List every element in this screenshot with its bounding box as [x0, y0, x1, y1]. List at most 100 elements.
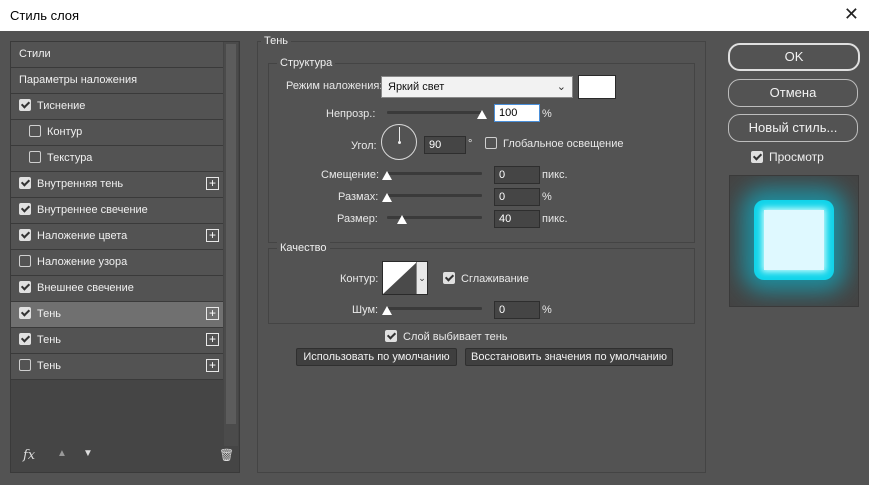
angle-input[interactable]: 90: [424, 136, 466, 154]
angle-center: [398, 141, 401, 144]
style-item[interactable]: Параметры наложения: [11, 68, 223, 94]
style-item[interactable]: Наложение узора: [11, 250, 223, 276]
spread-slider-track[interactable]: [387, 194, 482, 197]
add-style-icon[interactable]: +: [206, 333, 219, 346]
style-item[interactable]: Наложение цвета +: [11, 224, 223, 250]
preview-checkbox[interactable]: Просмотр: [751, 150, 824, 164]
style-item-label: Тень: [37, 308, 62, 320]
style-item[interactable]: Тень +: [11, 354, 223, 380]
style-item[interactable]: Внутренняя тень +: [11, 172, 223, 198]
global-light-box[interactable]: [485, 137, 497, 150]
style-item[interactable]: Внутреннее свечение: [11, 198, 223, 224]
size-label: Размер:: [337, 213, 378, 225]
antialias-label: Сглаживание: [461, 273, 529, 285]
style-preview: [729, 175, 859, 307]
style-item-checkbox[interactable]: [19, 177, 31, 190]
knockout-label: Слой выбивает тень: [403, 331, 508, 343]
quality-group: Качество Контур: ⌄ Сглаживание Шум: 0 %: [268, 242, 695, 324]
spread-input[interactable]: 0: [494, 188, 540, 206]
add-style-icon[interactable]: +: [206, 307, 219, 320]
scrollbar-thumb[interactable]: [226, 44, 236, 424]
chevron-down-icon: ⌄: [556, 81, 566, 93]
angle-dial[interactable]: [381, 124, 417, 160]
offset-slider-thumb[interactable]: [382, 171, 392, 180]
ok-button[interactable]: OK: [728, 43, 860, 71]
add-style-icon[interactable]: +: [206, 229, 219, 242]
structure-title: Структура: [277, 57, 336, 69]
style-item-checkbox[interactable]: [19, 99, 31, 112]
style-item-checkbox[interactable]: [19, 203, 31, 216]
contour-label: Контур:: [340, 273, 379, 285]
style-item-checkbox[interactable]: [19, 359, 31, 372]
preview-box[interactable]: [751, 150, 763, 163]
contour-curve-icon: [383, 262, 417, 294]
spread-slider-thumb[interactable]: [382, 193, 392, 202]
style-item[interactable]: Тиснение: [11, 94, 223, 120]
offset-unit: пикс.: [542, 169, 568, 181]
move-down-icon[interactable]: ▼: [83, 448, 93, 459]
shadow-color-swatch[interactable]: [578, 75, 616, 99]
structure-group: Структура Режим наложения: Яркий свет ⌄ …: [268, 57, 695, 243]
blend-mode-value: Яркий свет: [388, 81, 445, 93]
angle-needle: [399, 127, 400, 141]
move-up-icon[interactable]: ▲: [57, 448, 67, 459]
opacity-slider-track[interactable]: [387, 111, 482, 114]
add-style-icon[interactable]: +: [206, 359, 219, 372]
opacity-slider-thumb[interactable]: [477, 110, 487, 119]
new-style-button[interactable]: Новый стиль...: [728, 114, 858, 142]
restore-default-button[interactable]: Восстановить значения по умолчанию: [465, 348, 673, 366]
fx-icon[interactable]: fx: [23, 448, 35, 463]
antialias-checkbox[interactable]: Сглаживание: [443, 272, 529, 285]
size-unit: пикс.: [542, 213, 568, 225]
styles-scrollbar[interactable]: [224, 42, 238, 446]
contour-dropdown-icon[interactable]: ⌄: [416, 262, 427, 294]
offset-slider-track[interactable]: [387, 172, 482, 175]
global-light-label: Глобальное освещение: [503, 138, 624, 150]
offset-label: Смещение:: [321, 169, 380, 181]
cancel-button[interactable]: Отмена: [728, 79, 858, 107]
style-item-label: Текстура: [47, 152, 93, 164]
opacity-input[interactable]: 100: [494, 104, 540, 122]
blend-mode-select[interactable]: Яркий свет ⌄: [381, 76, 573, 98]
style-item-label: Контур: [47, 126, 83, 138]
trash-icon[interactable]: 🗑: [219, 448, 234, 462]
offset-input[interactable]: 0: [494, 166, 540, 184]
style-item[interactable]: Внешнее свечение: [11, 276, 223, 302]
use-default-button[interactable]: Использовать по умолчанию: [296, 348, 457, 366]
style-item-checkbox[interactable]: [29, 151, 41, 164]
size-input[interactable]: 40: [494, 210, 540, 228]
style-item-label: Внутренняя тень: [37, 178, 124, 190]
style-item[interactable]: Текстура: [11, 146, 223, 172]
opacity-label: Непрозр.:: [326, 108, 376, 120]
style-item-checkbox[interactable]: [19, 281, 31, 294]
add-style-icon[interactable]: +: [206, 177, 219, 190]
size-slider-thumb[interactable]: [397, 215, 408, 224]
styles-panel: Стили Параметры наложения Тиснение Контур Те…: [10, 41, 240, 473]
global-light-checkbox[interactable]: Глобальное освещение: [485, 137, 624, 150]
style-item-label: Внешнее свечение: [37, 282, 134, 294]
antialias-box[interactable]: [443, 272, 455, 285]
style-item[interactable]: Тень +: [11, 328, 223, 354]
spread-unit: %: [542, 191, 552, 203]
title-bar: Стиль слоя ✕: [0, 0, 869, 32]
knockout-checkbox[interactable]: Слой выбивает тень: [385, 330, 508, 343]
styles-list: Стили Параметры наложения Тиснение Контур Те…: [11, 42, 223, 380]
style-item-checkbox[interactable]: [29, 125, 41, 138]
style-item[interactable]: Стили: [11, 42, 223, 68]
noise-slider-thumb[interactable]: [382, 306, 392, 315]
preview-square: [764, 210, 824, 270]
contour-picker[interactable]: ⌄: [382, 261, 428, 295]
style-item-label: Тень: [37, 334, 62, 346]
style-item-checkbox[interactable]: [19, 307, 31, 320]
noise-unit: %: [542, 304, 552, 316]
close-icon[interactable]: ✕: [844, 4, 859, 25]
style-item-checkbox[interactable]: [19, 229, 31, 242]
knockout-box[interactable]: [385, 330, 397, 343]
noise-slider-track[interactable]: [387, 307, 482, 310]
style-item-checkbox[interactable]: [19, 333, 31, 346]
style-item[interactable]: Тень +: [11, 302, 223, 328]
angle-label: Угол:: [351, 140, 377, 152]
noise-input[interactable]: 0: [494, 301, 540, 319]
style-item[interactable]: Контур: [11, 120, 223, 146]
style-item-checkbox[interactable]: [19, 255, 31, 268]
